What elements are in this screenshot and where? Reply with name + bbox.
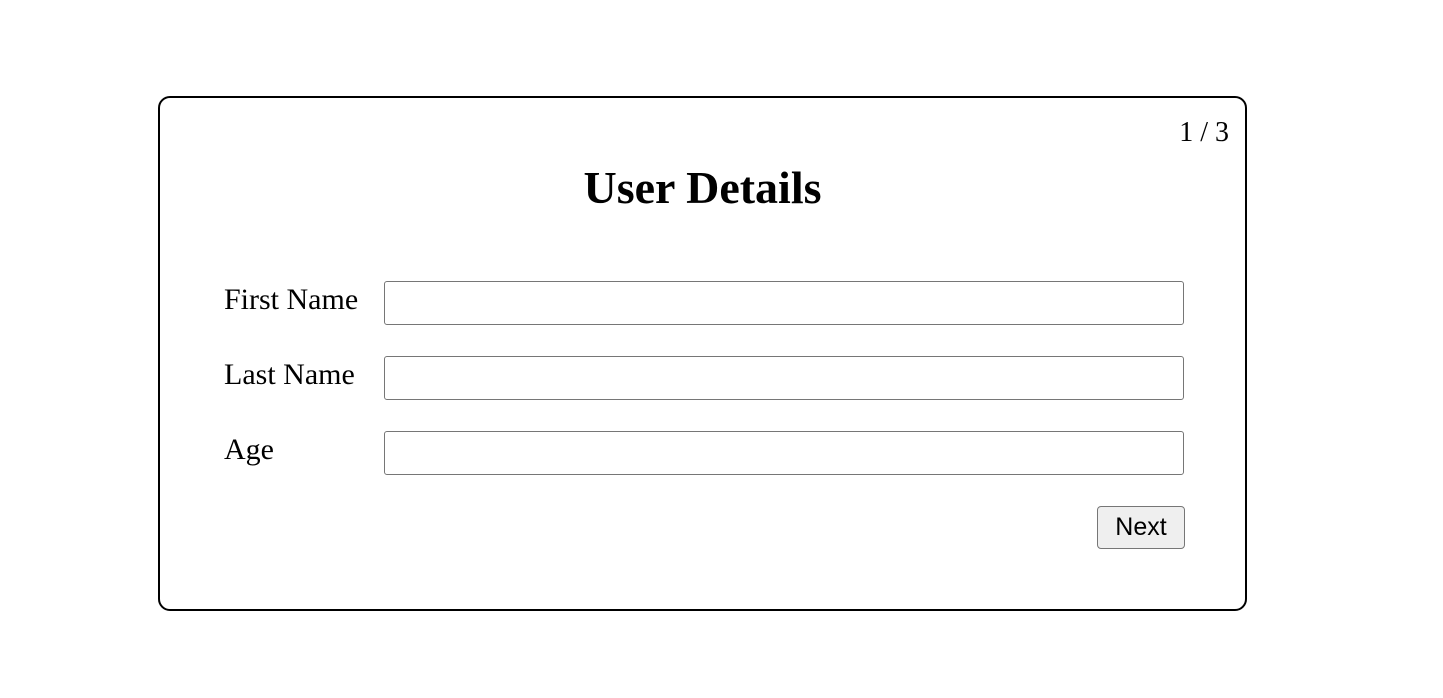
first-name-label: First Name [224,283,359,316]
page-title: User Details [583,162,822,213]
user-details-card: 1 / 3 User Details First Name Last Name … [158,96,1247,611]
age-label: Age [224,433,274,466]
next-button[interactable]: Next [1097,506,1185,549]
age-field[interactable] [384,431,1184,475]
first-name-field[interactable] [384,281,1184,325]
last-name-label: Last Name [224,358,355,391]
last-name-field[interactable] [384,356,1184,400]
step-indicator: 1 / 3 [1179,117,1229,148]
